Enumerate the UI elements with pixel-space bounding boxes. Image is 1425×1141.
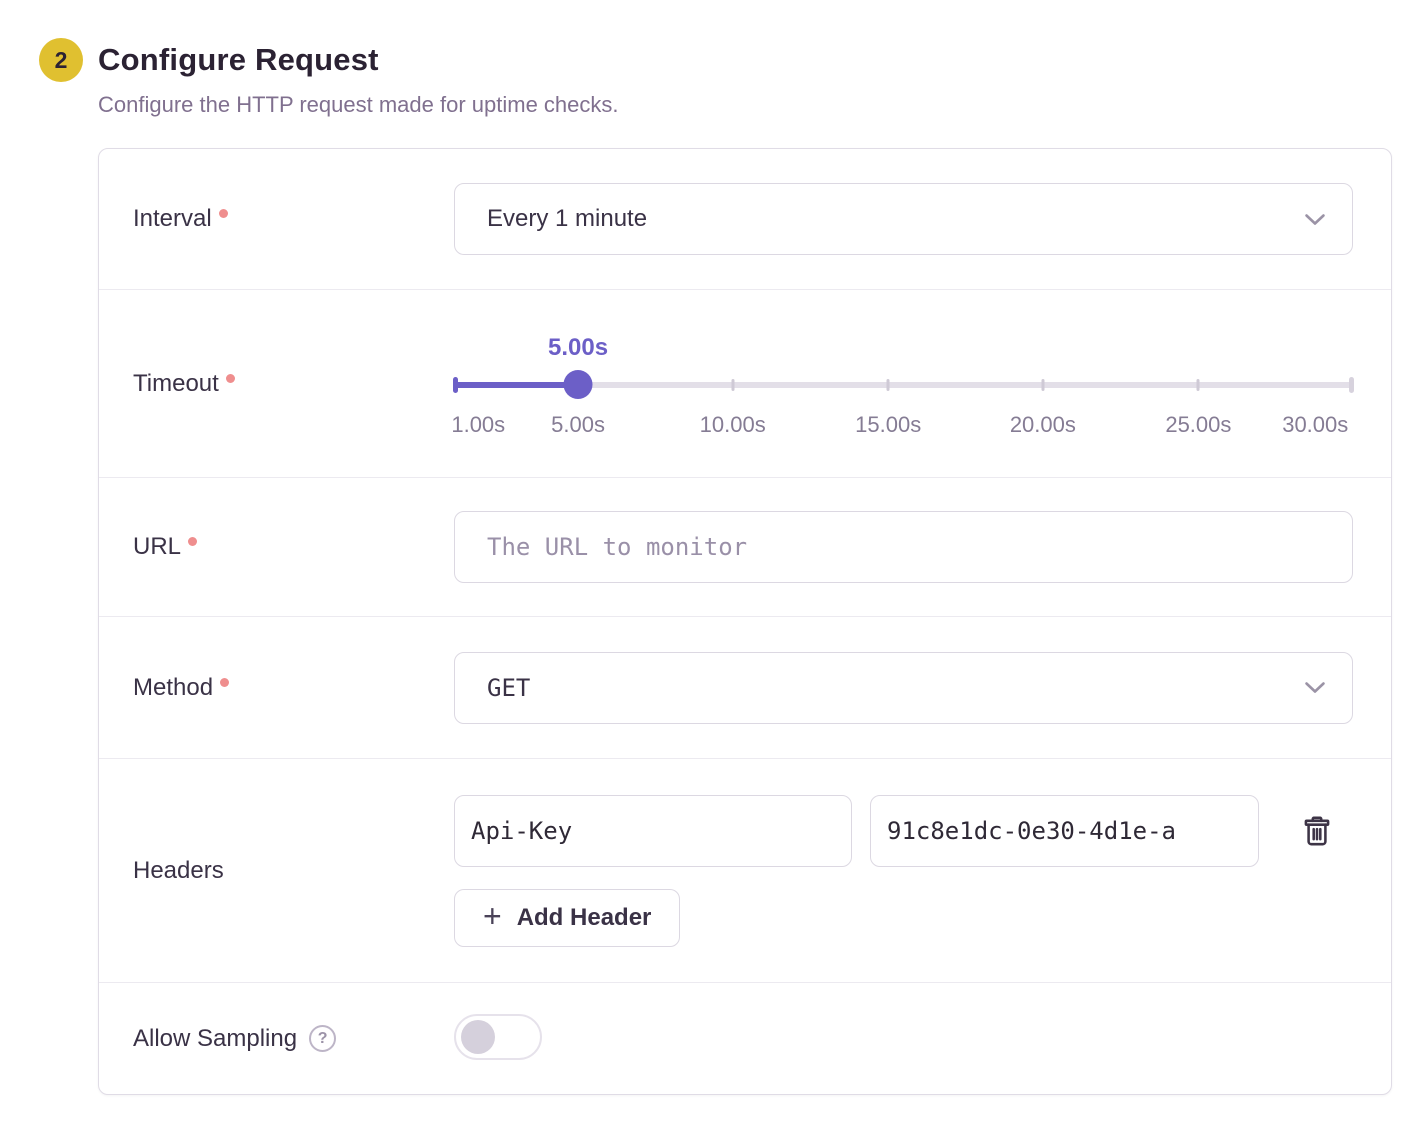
form-row-allow-sampling: Allow Sampling ? [99,982,1391,1094]
trash-icon [1299,813,1335,849]
interval-selected-value: Every 1 minute [487,205,647,233]
timeout-slider-tick-labels: 1.00s 5.00s 10.00s 15.00s 20.00s 25.00s … [454,412,1353,438]
form-row-headers: Headers [99,758,1391,982]
chevron-down-icon [1304,681,1326,694]
interval-label: Interval [133,205,454,233]
delete-header-button[interactable] [1295,809,1339,853]
section-header: 2 Configure Request [39,38,1425,82]
step-number-badge: 2 [39,38,83,82]
request-config-panel: Interval Every 1 minute Timeout 5. [98,148,1392,1095]
form-row-timeout: Timeout 5.00s [99,289,1391,477]
slider-end-cap [1349,377,1354,393]
allow-sampling-label: Allow Sampling ? [133,1025,454,1053]
method-label: Method [133,674,454,702]
required-dot-icon [226,374,235,383]
form-row-interval: Interval Every 1 minute [99,149,1391,289]
help-icon[interactable]: ? [309,1025,336,1052]
slider-tick-mark [887,379,890,391]
add-header-button-label: Add Header [517,904,652,932]
header-value-input[interactable] [870,795,1259,867]
slider-tick-mark [1197,379,1200,391]
timeout-slider-value: 5.00s [548,334,608,362]
headers-label: Headers [133,857,454,885]
slider-tick-mark [731,379,734,391]
slider-tick-mark [1041,379,1044,391]
slider-start-cap [453,377,458,393]
plus-icon: + [483,900,502,932]
form-row-method: Method GET [99,616,1391,758]
timeout-slider-handle[interactable] [564,370,593,399]
page-title: Configure Request [98,42,379,78]
form-row-url: URL [99,477,1391,616]
timeout-slider-rail[interactable] [454,370,1353,399]
header-key-input[interactable] [454,795,852,867]
chevron-down-icon [1304,213,1326,226]
header-row [454,795,1353,867]
method-selected-value: GET [487,674,530,702]
add-header-button[interactable]: + Add Header [454,889,680,947]
required-dot-icon [219,209,228,218]
configure-request-section: 2 Configure Request Configure the HTTP r… [0,0,1425,1095]
url-input[interactable] [454,511,1353,583]
method-select[interactable]: GET [454,652,1353,724]
timeout-label: Timeout [133,370,454,398]
interval-select[interactable]: Every 1 minute [454,183,1353,255]
toggle-knob [461,1020,495,1054]
timeout-slider[interactable]: 5.00s 1.00s 5.00s [454,334,1353,438]
section-subtitle: Configure the HTTP request made for upti… [98,92,1425,118]
url-label: URL [133,533,454,561]
timeout-slider-fill [454,382,578,388]
required-dot-icon [220,678,229,687]
allow-sampling-toggle[interactable] [454,1014,542,1060]
required-dot-icon [188,537,197,546]
